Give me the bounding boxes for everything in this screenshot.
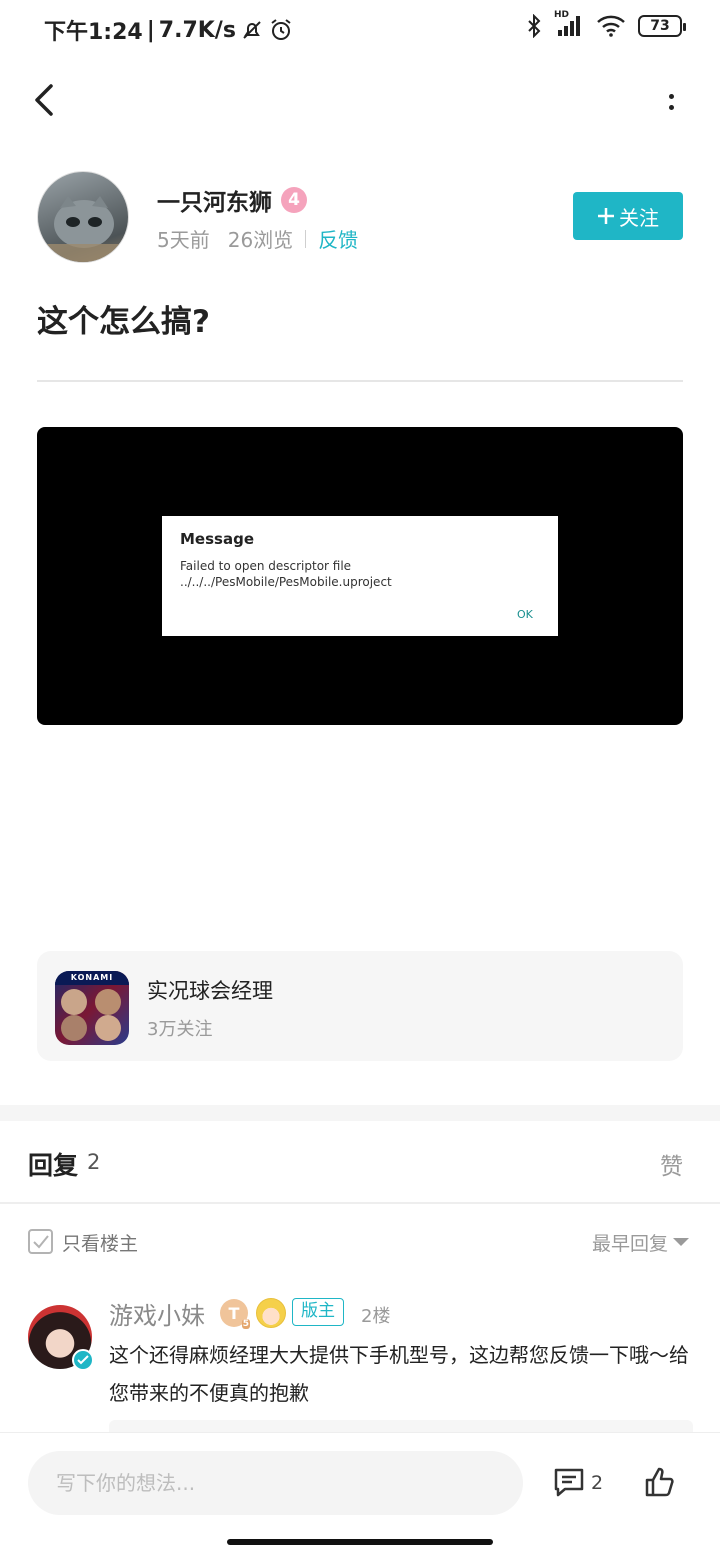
title-badge: T 5 (220, 1299, 250, 1329)
game-icon-face (61, 989, 87, 1015)
level-badge: 4 (281, 187, 307, 213)
divider (37, 380, 683, 382)
dialog-ok: OK (517, 608, 533, 621)
reply-author-name[interactable]: 游戏小妹 (109, 1296, 205, 1331)
comment-input[interactable]: 写下你的想法... (28, 1451, 523, 1515)
reply-floor: 2楼 (361, 1306, 391, 1327)
post-title: 这个怎么搞? (37, 304, 210, 340)
verified-icon (72, 1349, 94, 1371)
likes-tab[interactable]: 赞 (660, 1147, 683, 1181)
feedback-link[interactable]: 反馈 (318, 224, 358, 253)
mute-icon (243, 21, 261, 39)
cat-avatar-image (38, 196, 128, 262)
more-options-button[interactable] (656, 84, 686, 120)
author-name[interactable]: 一只河东狮 (157, 183, 272, 217)
mascot-badge-icon (256, 1298, 286, 1328)
status-net-speed: 7.7K/s (158, 17, 236, 43)
game-icon-brand: KONAMI (55, 971, 129, 985)
game-card[interactable]: KONAMI 实况球会经理 3万关注 (37, 951, 683, 1061)
check-icon (32, 1234, 49, 1248)
sort-dropdown[interactable]: 最早回复 (592, 1229, 668, 1256)
reply-content: 这个还得麻烦经理大大提供下手机型号，这边帮您反馈一下哦～给您带来的不便真的抱歉 (109, 1343, 689, 1405)
bottom-bar: 写下你的想法... 2 (0, 1432, 720, 1532)
author-avatar[interactable] (37, 171, 129, 263)
title-badge-letter: T (228, 1303, 240, 1323)
follow-button[interactable]: 关注 (573, 192, 683, 240)
comment-icon[interactable] (553, 1466, 585, 1498)
status-bar-left: 下午1:24 | 7.7K/s (44, 14, 294, 46)
back-icon (35, 84, 53, 116)
game-icon-face (95, 989, 121, 1015)
game-icon-face (95, 1015, 121, 1041)
comment-count: 2 (591, 1472, 604, 1494)
post-time: 5天前 (157, 228, 210, 252)
game-icon: KONAMI (55, 971, 129, 1045)
only-op-checkbox[interactable] (28, 1229, 53, 1254)
moderator-badge: 版主 (292, 1298, 344, 1326)
error-dialog-image: Message Failed to open descriptor file .… (162, 516, 558, 636)
replies-count: 2 (87, 1150, 101, 1174)
status-bar-right: HD 73 (526, 10, 686, 38)
thumbs-up-icon[interactable] (643, 1466, 675, 1498)
title-badge-level: 5 (241, 1319, 250, 1329)
alarm-icon (271, 19, 291, 40)
post-views: 26浏览 (227, 228, 294, 252)
only-op-label[interactable]: 只看楼主 (62, 1229, 138, 1256)
battery-level: 73 (650, 18, 670, 34)
plus-icon (598, 208, 614, 224)
replies-title: 回复 (28, 1151, 79, 1180)
more-icon (668, 94, 674, 99)
battery-icon: 73 (638, 15, 686, 37)
section-separator (0, 1105, 720, 1121)
back-button[interactable] (24, 80, 64, 120)
home-indicator[interactable] (227, 1539, 493, 1545)
divider (0, 1202, 720, 1204)
chevron-down-icon[interactable] (673, 1238, 689, 1246)
status-time: 下午1:24 (44, 20, 143, 45)
post-meta: 5天前 26浏览 反馈 (157, 224, 358, 253)
meta-divider (305, 229, 307, 248)
bluetooth-icon (528, 14, 541, 38)
more-icon-dot (668, 105, 674, 110)
game-icon-face (61, 1015, 87, 1041)
follow-label: 关注 (619, 205, 659, 230)
dialog-message: Failed to open descriptor file ../../../… (180, 559, 392, 589)
dialog-title: Message (180, 530, 254, 548)
signal-icon: HD (554, 10, 584, 38)
status-separator: | (146, 17, 155, 43)
wifi-icon (597, 15, 625, 37)
game-followers: 3万关注 (147, 1019, 213, 1040)
post-image[interactable]: Message Failed to open descriptor file .… (37, 427, 683, 725)
game-name: 实况球会经理 (147, 979, 273, 1003)
